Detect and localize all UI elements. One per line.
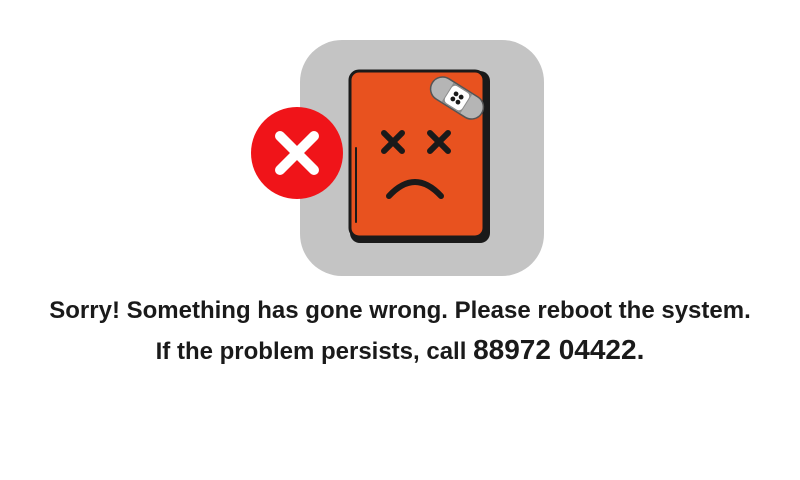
support-phone-number: 88972 04422 [473, 334, 637, 365]
error-x-icon [251, 107, 343, 199]
error-screen: Sorry! Something has gone wrong. Please … [0, 0, 800, 480]
phone-period: . [636, 334, 645, 365]
error-message-line2: If the problem persists, call 88972 0442… [0, 330, 800, 372]
error-message-line1: Sorry! Something has gone wrong. Please … [49, 297, 751, 324]
support-prompt: If the problem persists, call [155, 338, 474, 365]
error-illustration [251, 40, 544, 276]
broken-device-icon [348, 69, 490, 243]
error-message: Sorry! Something has gone wrong. Please … [0, 292, 800, 372]
